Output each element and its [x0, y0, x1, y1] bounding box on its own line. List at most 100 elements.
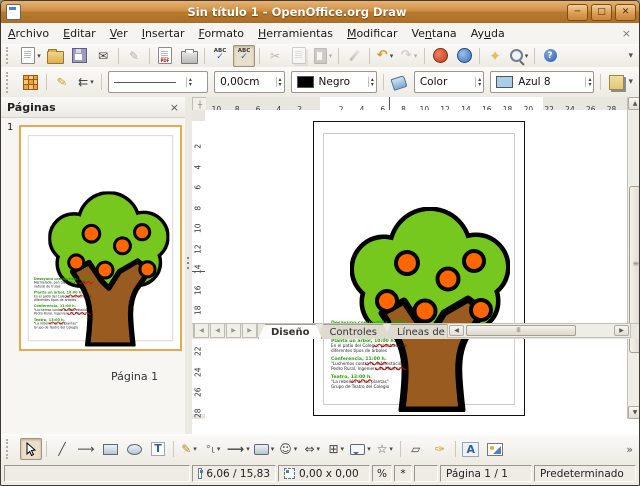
new-document-button[interactable]: ▾: [20, 45, 42, 67]
select-tool-button[interactable]: [20, 438, 42, 460]
menu-modificar[interactable]: Modificar: [340, 25, 405, 42]
close-document-icon[interactable]: ×: [622, 27, 631, 40]
line-dialog-button[interactable]: ✎: [51, 71, 73, 93]
fill-color-name: Azul 8: [518, 76, 550, 88]
menu-ayuda[interactable]: Ayuda: [464, 25, 512, 42]
callout-shapes-button[interactable]: ▾: [349, 438, 372, 460]
star-shapes-button[interactable]: ☆▾: [374, 438, 396, 460]
line-width-input[interactable]: 0,00cm▴▾: [214, 71, 284, 93]
print-button[interactable]: [178, 45, 200, 67]
arrow-shapes-button[interactable]: ⇔▾: [301, 438, 323, 460]
zoom-star-button[interactable]: ✦: [484, 45, 506, 67]
menu-insertar[interactable]: Insertar: [135, 25, 192, 42]
toolbar-overflow-icon[interactable]: ▾: [628, 51, 633, 61]
symbol-shapes-button[interactable]: ☺▾: [277, 438, 299, 460]
scroll-right-button[interactable]: ▶: [614, 325, 629, 336]
window-title: Sin título 1 - OpenOffice.org Draw: [27, 5, 567, 19]
navigator-button[interactable]: [453, 45, 475, 67]
next-page-button[interactable]: ▶: [226, 323, 241, 338]
arrow-style-button[interactable]: ⇇▾: [75, 71, 97, 93]
page-thumbnail[interactable]: Desayuno compartido, 9:00 h. Mermelada, …: [19, 125, 182, 351]
menu-ver[interactable]: Ver: [103, 25, 135, 42]
maximize-button[interactable]: □: [591, 4, 612, 21]
toolbar-overflow-icon[interactable]: ▾: [628, 77, 633, 87]
connector-tool-button[interactable]: °ι▾: [202, 438, 224, 460]
menu-ventana[interactable]: Ventana: [404, 25, 463, 42]
zoom-button[interactable]: ▾: [508, 45, 530, 67]
fill-color-select[interactable]: Azul 8 ▴▾: [490, 71, 594, 93]
first-page-button[interactable]: ◀: [193, 323, 209, 338]
minimize-button[interactable]: ─: [567, 4, 588, 21]
status-page[interactable]: Página 1 / 1: [440, 465, 532, 482]
toolbar-overflow-icon[interactable]: »: [626, 443, 633, 456]
schedule-text[interactable]: Desayuno compartido, 9:00 h. Mermelada, …: [34, 278, 102, 332]
tab-controles[interactable]: Controles: [316, 324, 390, 339]
save-icon: [72, 48, 87, 63]
status-page-style[interactable]: Predeterminado: [534, 465, 636, 482]
tab-diseno[interactable]: Diseño: [258, 324, 322, 339]
spinner[interactable]: ▴▾: [475, 77, 481, 87]
scroll-left-button[interactable]: ◀: [449, 325, 464, 336]
cut-button[interactable]: ✂: [264, 45, 286, 67]
toolbar-grip[interactable]: [6, 72, 15, 93]
status-zoom[interactable]: %: [372, 465, 392, 482]
edit-points-button[interactable]: ▱: [405, 438, 427, 460]
help-button[interactable]: ?: [539, 45, 561, 67]
connector-icon: °ι: [206, 444, 215, 455]
insert-picture-button[interactable]: [484, 438, 506, 460]
arrow-line-tool-button[interactable]: ⟶: [75, 438, 97, 460]
menu-formato[interactable]: Formato: [192, 25, 252, 42]
undo-button[interactable]: ↶▾: [374, 45, 396, 67]
copy-button[interactable]: [288, 45, 310, 67]
flowchart-shapes-button[interactable]: ⊞▾: [325, 438, 347, 460]
redo-button[interactable]: ↷▾: [398, 45, 420, 67]
document-page[interactable]: Desayuno compartido, 9:00 h. Mermelada, …: [313, 121, 525, 416]
edit-file-button[interactable]: ✎: [123, 45, 145, 67]
auto-spellcheck-button[interactable]: ABC✓: [233, 45, 255, 67]
status-modified: *: [394, 465, 412, 482]
format-paintbrush-button[interactable]: [343, 45, 365, 67]
menu-editar[interactable]: Editar: [56, 25, 103, 42]
area-dialog-button[interactable]: [388, 71, 410, 93]
glue-points-grid-button[interactable]: [20, 71, 42, 93]
ellipse-tool-button[interactable]: [123, 438, 145, 460]
gallery-button[interactable]: [429, 45, 451, 67]
spinner[interactable]: ▴▾: [368, 77, 374, 87]
line-tool-button[interactable]: ╱: [51, 438, 73, 460]
shadow-button[interactable]: [605, 71, 627, 93]
export-pdf-button[interactable]: PDF: [154, 45, 176, 67]
glue-points-button[interactable]: ✑: [429, 438, 451, 460]
block-arrow-tool-button[interactable]: ⟶▾: [226, 438, 251, 460]
toolbar-grip[interactable]: [6, 439, 15, 459]
horizontal-scroll-thumb[interactable]: [466, 325, 576, 336]
drawing-area[interactable]: Desayuno compartido, 9:00 h. Mermelada, …: [205, 110, 627, 419]
rectangle-tool-button[interactable]: [99, 438, 121, 460]
line-style-select[interactable]: ▴▾: [108, 71, 208, 93]
paste-button[interactable]: ▾: [312, 45, 334, 67]
previous-page-button[interactable]: ◀: [210, 323, 225, 338]
toolbar-separator: [204, 48, 205, 64]
menu-archivo[interactable]: Archivo: [1, 25, 56, 42]
title-bar[interactable]: Sin título 1 - OpenOffice.org Draw ─ □ ✕: [1, 1, 639, 24]
vertical-scroll-track[interactable]: [628, 110, 640, 406]
last-page-button[interactable]: ▶: [242, 323, 258, 338]
basic-shapes-button[interactable]: ▾: [253, 438, 276, 460]
open-button[interactable]: [44, 45, 66, 67]
scroll-up-button[interactable]: ▲: [628, 97, 640, 110]
email-button[interactable]: ✉: [92, 45, 114, 67]
fill-type-select[interactable]: Color▴▾: [414, 71, 484, 93]
spinner[interactable]: ▴▾: [276, 77, 282, 87]
toolbar-grip[interactable]: [6, 47, 15, 63]
line-color-select[interactable]: Negro▴▾: [291, 71, 377, 93]
spinner[interactable]: ▴▾: [585, 77, 591, 87]
fontwork-button[interactable]: A: [460, 438, 482, 460]
panel-close-icon[interactable]: ×: [170, 101, 179, 114]
spellcheck-button[interactable]: ABC✓: [209, 45, 231, 67]
save-button[interactable]: [68, 45, 90, 67]
text-tool-button[interactable]: T: [147, 438, 169, 460]
close-button[interactable]: ✕: [615, 4, 636, 21]
menu-herramientas[interactable]: Herramientas: [251, 25, 340, 42]
curve-tool-button[interactable]: ✎▾: [178, 438, 200, 460]
spinner[interactable]: ▴▾: [186, 77, 192, 87]
scroll-down-button[interactable]: ▼: [628, 406, 640, 419]
